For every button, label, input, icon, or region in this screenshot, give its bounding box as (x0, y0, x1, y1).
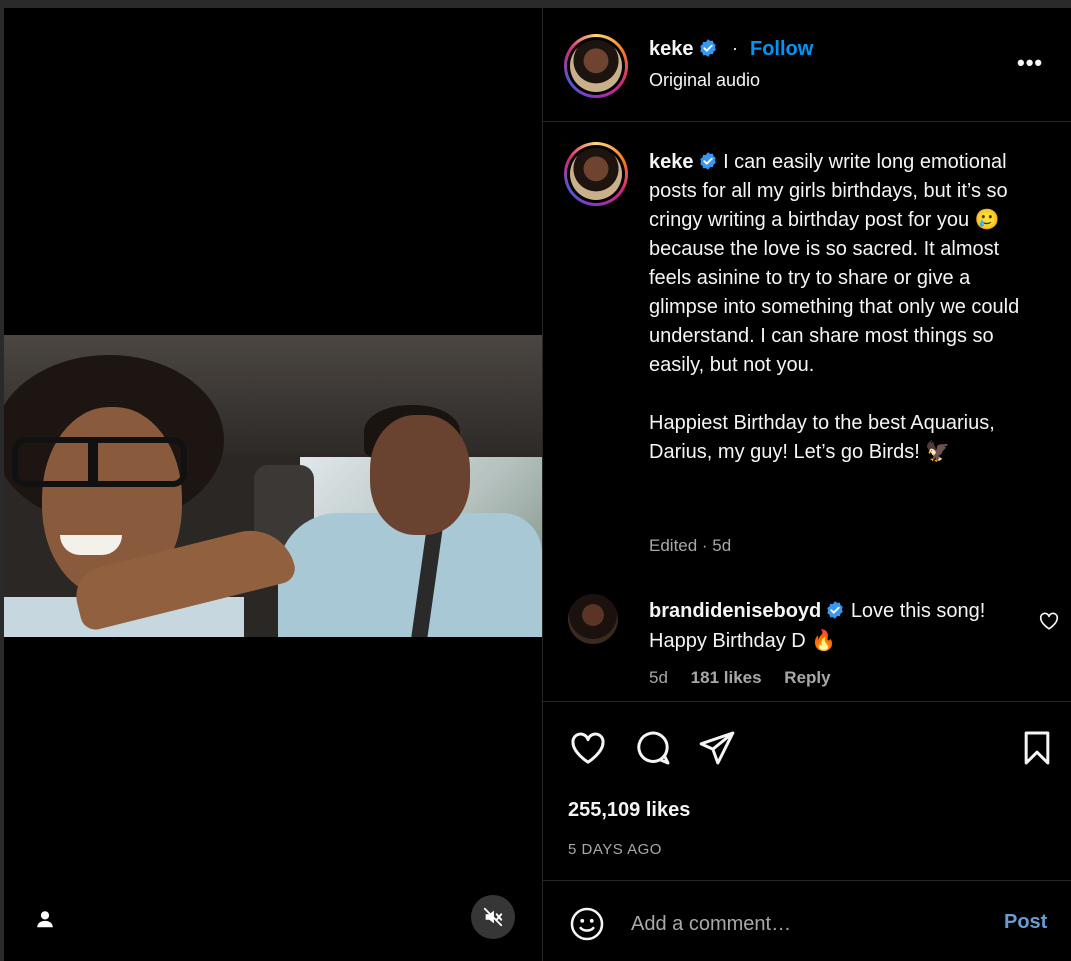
post-video[interactable] (4, 335, 542, 637)
reply-button[interactable]: Reply (784, 668, 830, 687)
post-date: 5 DAYS AGO (568, 841, 662, 858)
comment-body: brandideniseboyd Love this song! Happy B… (649, 596, 1019, 656)
comment-meta: 5d 181 likes Reply (649, 668, 849, 688)
details-panel: keke · Follow Original audio ••• keke I … (542, 8, 1071, 961)
post-caption: keke I can easily write long emotional p… (649, 148, 1044, 467)
smile-tear-emoji: 🥲 (974, 209, 1000, 231)
post-header: keke · Follow Original audio ••• (543, 8, 1071, 122)
more-options-icon[interactable]: ••• (1017, 50, 1043, 76)
post-button[interactable]: Post (1004, 911, 1047, 934)
comment-composer: Post (543, 880, 1071, 961)
post-modal: keke · Follow Original audio ••• keke I … (4, 8, 1071, 961)
caption-avatar[interactable] (564, 142, 628, 206)
follow-button[interactable]: Follow (750, 38, 813, 61)
verified-badge-icon (699, 152, 716, 170)
comment-like-icon[interactable] (1038, 610, 1060, 632)
likes-count[interactable]: 255,109 likes (568, 799, 690, 822)
action-bar: 255,109 likes 5 DAYS AGO (543, 701, 1071, 881)
share-icon[interactable] (697, 728, 737, 768)
author-avatar[interactable] (564, 34, 628, 98)
author-username[interactable]: keke (649, 38, 718, 61)
comment-time[interactable]: 5d (649, 668, 668, 687)
fire-emoji: 🔥 (811, 630, 837, 652)
mute-button[interactable] (471, 895, 515, 939)
separator-dot: · (732, 38, 738, 58)
bookmark-icon[interactable] (1017, 728, 1057, 768)
emoji-icon[interactable] (568, 905, 606, 943)
media-panel (4, 8, 542, 961)
heart-icon[interactable] (568, 728, 608, 768)
verified-badge-icon (699, 39, 716, 57)
comment-likes[interactable]: 181 likes (691, 668, 762, 687)
commenter-avatar[interactable] (568, 594, 618, 644)
caption-meta: Edited · 5d (649, 536, 732, 555)
comment-input[interactable] (631, 909, 971, 939)
eagle-emoji: 🦅 (925, 441, 951, 463)
tagged-user-icon[interactable] (34, 908, 56, 930)
caption-text-2: because the love is so sacred. It almost… (649, 238, 1020, 376)
audio-link[interactable]: Original audio (649, 70, 760, 91)
comment-icon[interactable] (633, 728, 673, 768)
speaker-muted-icon (483, 907, 503, 927)
caption-username[interactable]: keke (649, 151, 694, 173)
verified-badge-icon (827, 601, 843, 619)
commenter-username[interactable]: brandideniseboyd (649, 600, 821, 622)
